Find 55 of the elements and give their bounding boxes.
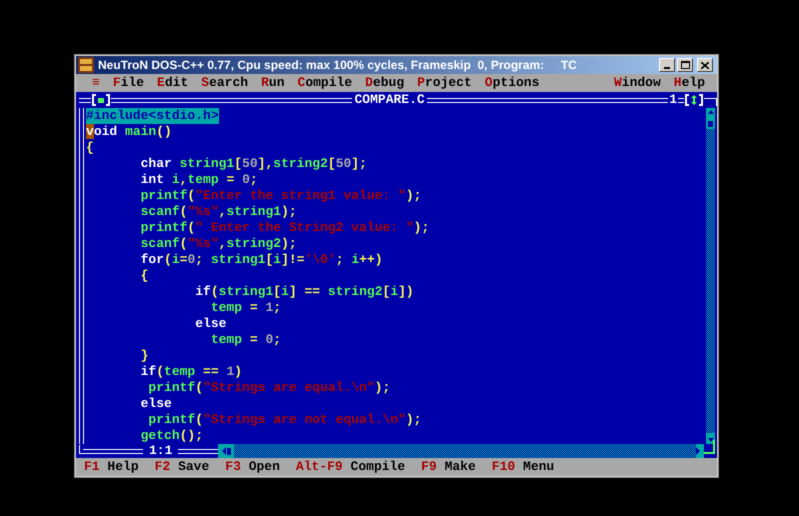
code-line: char string1[50],string2[50]; xyxy=(140,156,367,172)
window-number: 1 xyxy=(668,91,678,110)
file-title: COMPARE.C xyxy=(353,91,426,110)
scroll-thumb[interactable] xyxy=(706,119,715,129)
close-box-icon[interactable] xyxy=(91,94,111,106)
close-button[interactable] xyxy=(697,58,713,72)
shortcut-item[interactable]: F3 Open xyxy=(225,457,280,477)
code-line: scanf("%s",string1); xyxy=(140,204,297,220)
code-line: if(temp == 1) xyxy=(140,364,242,380)
scroll-left-icon[interactable] xyxy=(218,444,234,458)
app-icon xyxy=(78,57,94,73)
code-line: if(string1[i] == string2[i]) xyxy=(194,284,414,300)
menu-item[interactable]: Compile xyxy=(298,73,352,93)
scroll-up-icon[interactable] xyxy=(706,108,715,119)
code-line: { xyxy=(86,140,94,156)
menu-item[interactable]: Window xyxy=(614,73,661,93)
code-line: else xyxy=(140,396,172,412)
code-line: printf("Strings are equal.\n"); xyxy=(147,380,390,396)
menu-item[interactable]: Edit xyxy=(157,73,188,93)
menu-item[interactable]: Run xyxy=(261,73,284,93)
code-line: printf(" Enter the String2 value: "); xyxy=(140,220,430,236)
menu-item[interactable]: Help xyxy=(674,73,705,93)
vertical-scrollbar[interactable] xyxy=(706,108,715,444)
minimize-button[interactable] xyxy=(659,58,675,72)
scroll-right-icon[interactable] xyxy=(696,444,704,458)
code-line: void main() xyxy=(86,124,172,140)
horizontal-scrollbar[interactable] xyxy=(218,444,704,458)
shortcut-item[interactable]: F9 Make xyxy=(421,457,476,477)
close-icon xyxy=(701,62,709,68)
shortcut-item[interactable]: F1 Help xyxy=(84,457,139,477)
menu-item[interactable]: File xyxy=(112,73,144,93)
minimize-icon xyxy=(664,67,670,69)
shortcut-item[interactable]: F10 Menu xyxy=(492,457,554,477)
code-line: } xyxy=(140,348,148,364)
resize-corner-icon[interactable] xyxy=(704,440,715,454)
code-line: printf("Enter the string1 value: "); xyxy=(140,188,422,204)
maximize-button[interactable] xyxy=(677,58,693,72)
code-line: { xyxy=(140,268,148,284)
zoom-icon[interactable] xyxy=(684,94,704,106)
code-line: getch(); xyxy=(140,428,204,444)
menu-item[interactable]: Search xyxy=(201,73,248,93)
menu-item[interactable]: Options xyxy=(484,73,540,93)
code-line: for(i=0; string1[i]!='\0'; i++) xyxy=(140,252,383,268)
maximize-icon xyxy=(680,61,690,69)
window-title: NeuTroN DOS-C++ 0.77, Cpu speed: max 100% cycles, Frameskip 0, Program: TC xyxy=(98,57,578,73)
code-line: temp = 1; xyxy=(210,300,282,316)
code-line: printf("Strings are not equal.\n"); xyxy=(147,412,422,428)
scroll-down-icon[interactable] xyxy=(706,433,715,444)
code-line: int i,temp = 0; xyxy=(140,172,258,188)
shortcut-item[interactable]: Alt-F9 Compile xyxy=(296,457,406,477)
code-line: else xyxy=(194,316,226,332)
code-line: temp = 0; xyxy=(210,332,282,348)
menu-item[interactable]: Debug xyxy=(365,73,404,93)
code-line: scanf("%s",string2); xyxy=(140,236,297,252)
menu-item[interactable]: Project xyxy=(417,73,472,93)
